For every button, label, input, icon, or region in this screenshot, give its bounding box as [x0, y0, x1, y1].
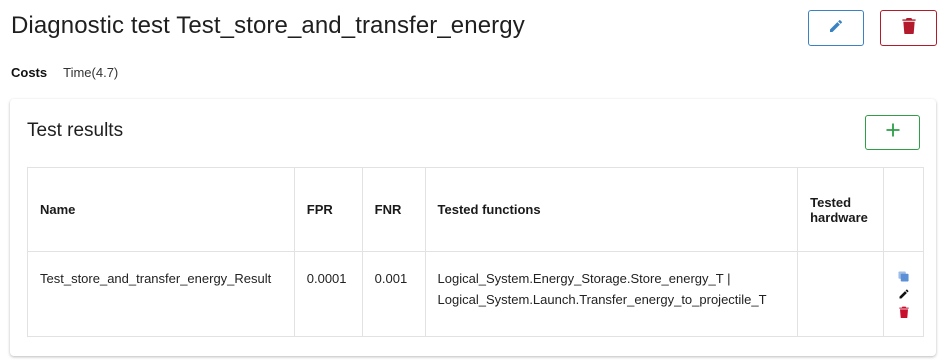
plus-icon [885, 122, 901, 143]
column-header-actions [883, 167, 924, 252]
trash-icon[interactable] [898, 306, 910, 318]
column-header-tested-hardware: Tested hardware [797, 167, 885, 252]
card-title: Test results [27, 120, 124, 141]
trash-icon [901, 17, 916, 39]
cell-name: Test_store_and_transfer_energy_Result [27, 251, 295, 337]
pencil-icon [828, 18, 844, 39]
column-header-tested-functions: Tested functions [424, 167, 799, 252]
costs-value: Time(4.7) [63, 65, 119, 80]
results-table: Name FPR FNR Tested functions Tested har… [27, 167, 924, 337]
cell-actions [883, 251, 924, 337]
page-title: Diagnostic test Test_store_and_transfer_… [11, 12, 525, 39]
cell-tested-hardware [797, 251, 885, 337]
cell-fnr: 0.001 [361, 251, 426, 337]
add-result-button[interactable] [865, 115, 920, 150]
copy-icon[interactable] [898, 270, 910, 282]
table-row: Test_store_and_transfer_energy_Result 0.… [27, 251, 924, 337]
column-header-name: Name [27, 167, 295, 252]
cell-tested-functions: Logical_System.Energy_Storage.Store_ener… [424, 251, 799, 337]
pencil-icon[interactable] [898, 288, 910, 300]
costs-row: Costs Time(4.7) [11, 65, 118, 80]
column-header-fnr: FNR [361, 167, 426, 252]
column-header-fpr: FPR [293, 167, 363, 252]
table-header-row: Name FPR FNR Tested functions Tested har… [27, 167, 924, 252]
tested-function-line: Logical_System.Energy_Storage.Store_ener… [437, 271, 731, 286]
costs-label: Costs [11, 65, 48, 80]
delete-button[interactable] [880, 10, 937, 46]
edit-button[interactable] [808, 10, 864, 46]
cell-fpr: 0.0001 [293, 251, 363, 337]
tested-function-line: Logical_System.Launch.Transfer_energy_to… [437, 292, 767, 307]
test-results-card: Test results Name FPR FNR Tested functio… [10, 99, 936, 356]
